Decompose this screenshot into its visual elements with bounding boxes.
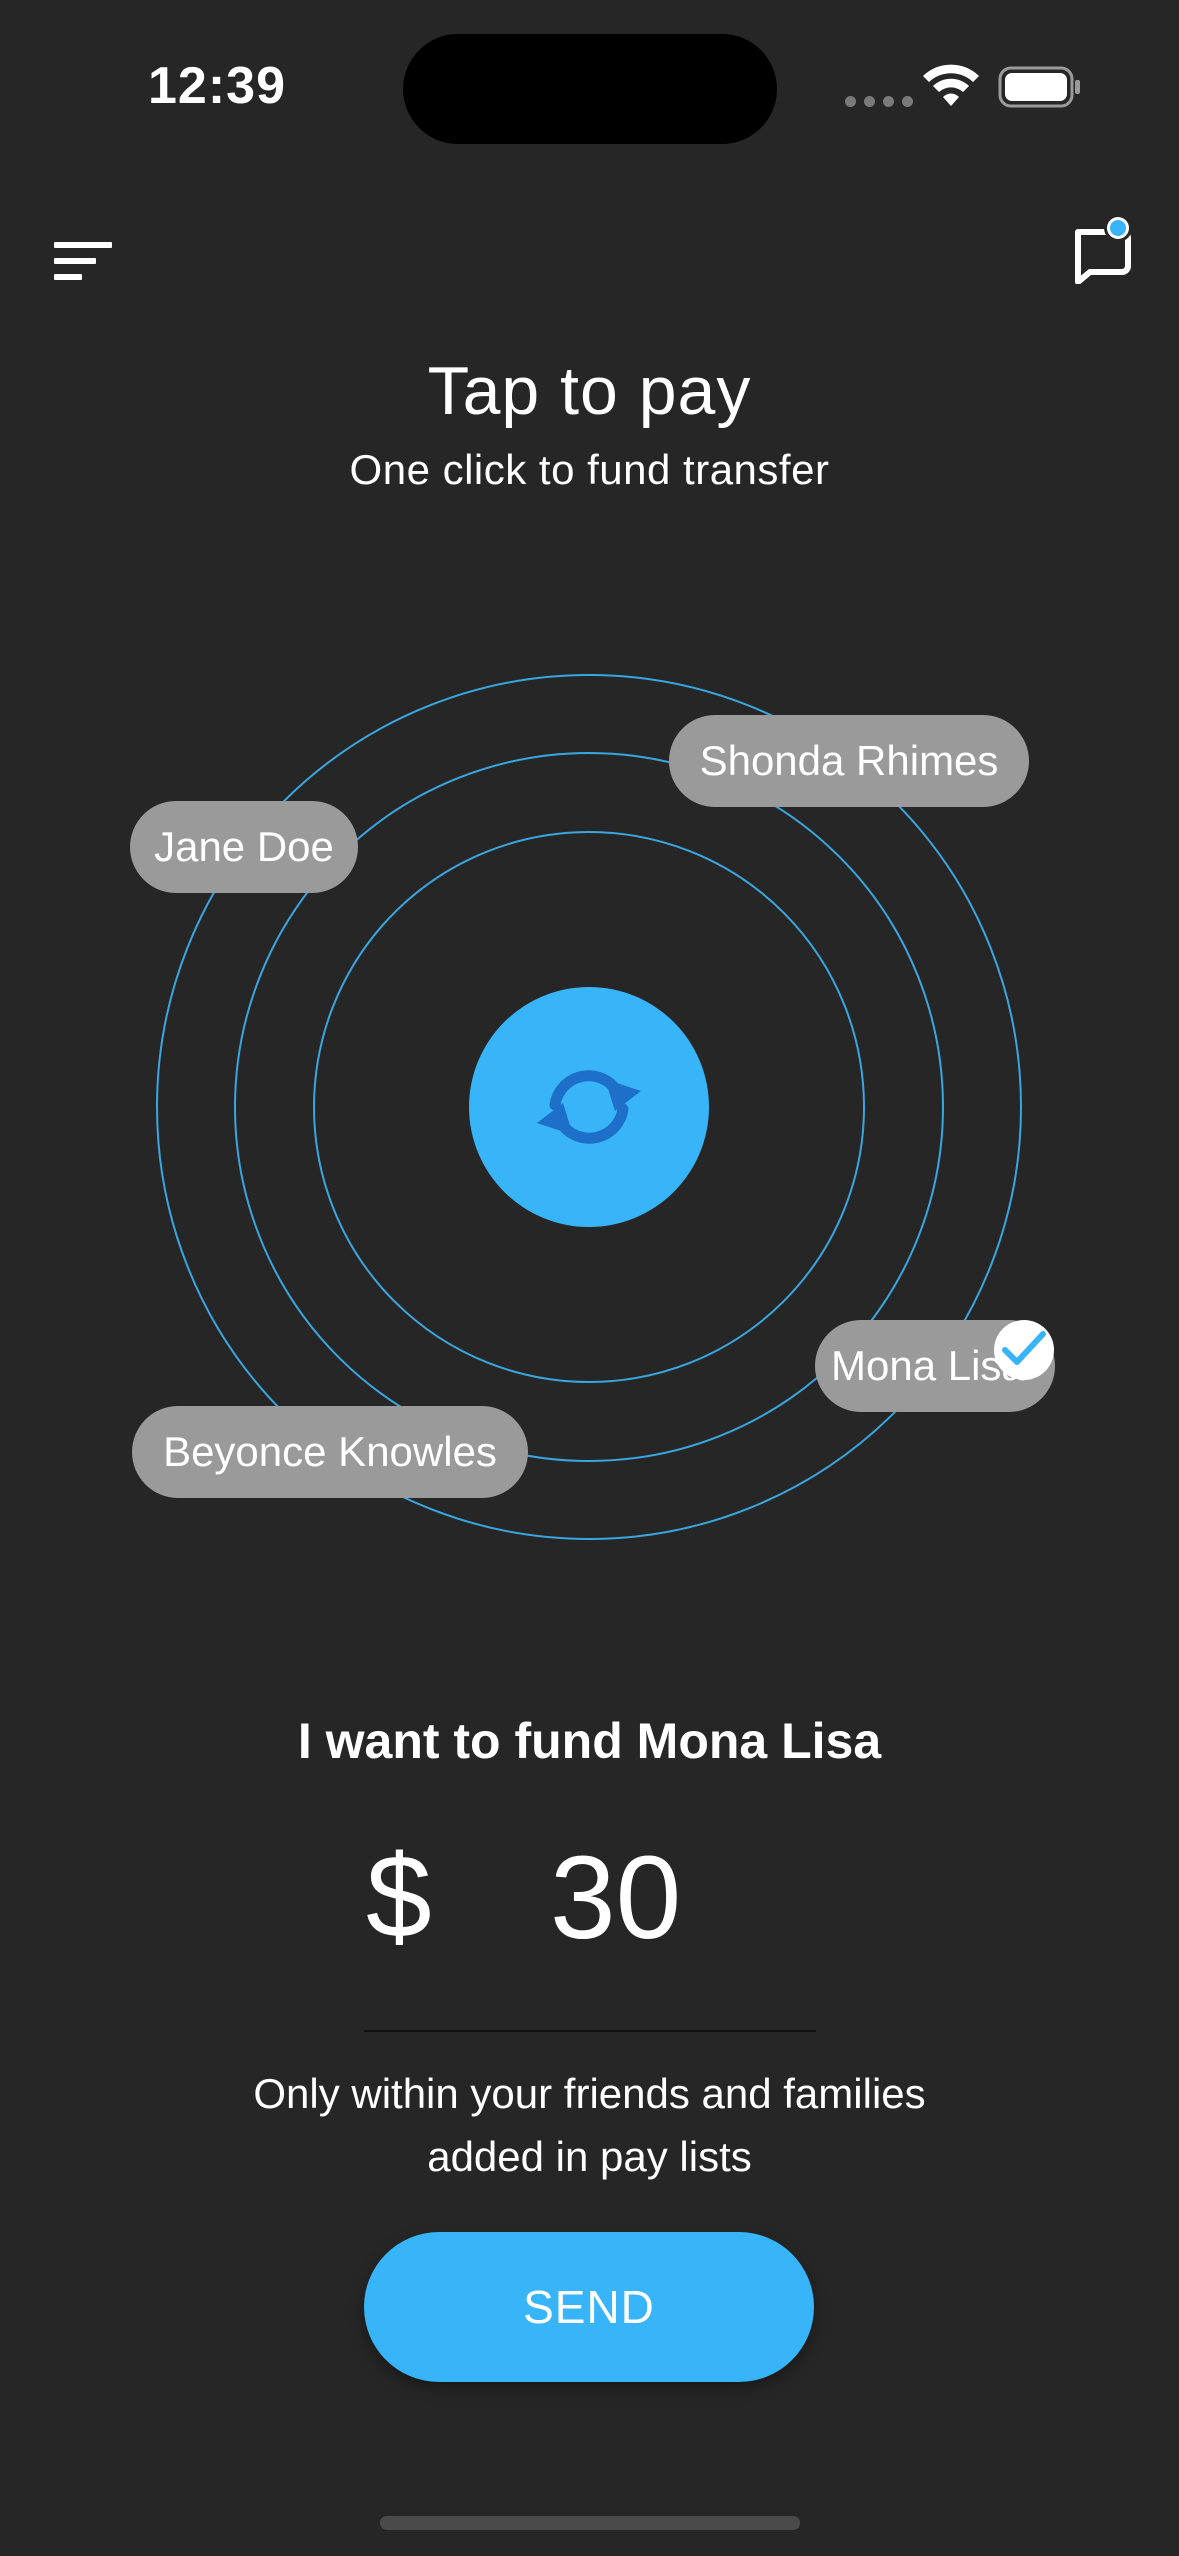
contact-chip-beyonce-knowles[interactable]: Beyonce Knowles — [132, 1406, 528, 1498]
contact-chip-jane-doe[interactable]: Jane Doe — [130, 801, 358, 893]
home-indicator[interactable] — [380, 2516, 800, 2530]
selected-check-icon — [994, 1320, 1054, 1380]
pay-list-note-line1: Only within your friends and families — [253, 2070, 926, 2117]
pay-list-note-line2: added in pay lists — [427, 2133, 752, 2180]
currency-symbol: $ — [366, 1831, 432, 1963]
amount-input[interactable] — [550, 1838, 810, 1958]
refresh-button[interactable] — [469, 987, 709, 1227]
amount-row: $ — [364, 1838, 816, 1958]
contact-chip-shonda-rhimes[interactable]: Shonda Rhimes — [669, 715, 1029, 807]
send-button[interactable]: SEND — [364, 2232, 814, 2382]
fund-recipient-label: I want to fund Mona Lisa — [297, 1713, 882, 1769]
pay-list-note: Only within your friends and families ad… — [0, 2062, 1179, 2188]
amount-underline — [364, 2030, 816, 2032]
refresh-icon — [537, 1070, 641, 1144]
